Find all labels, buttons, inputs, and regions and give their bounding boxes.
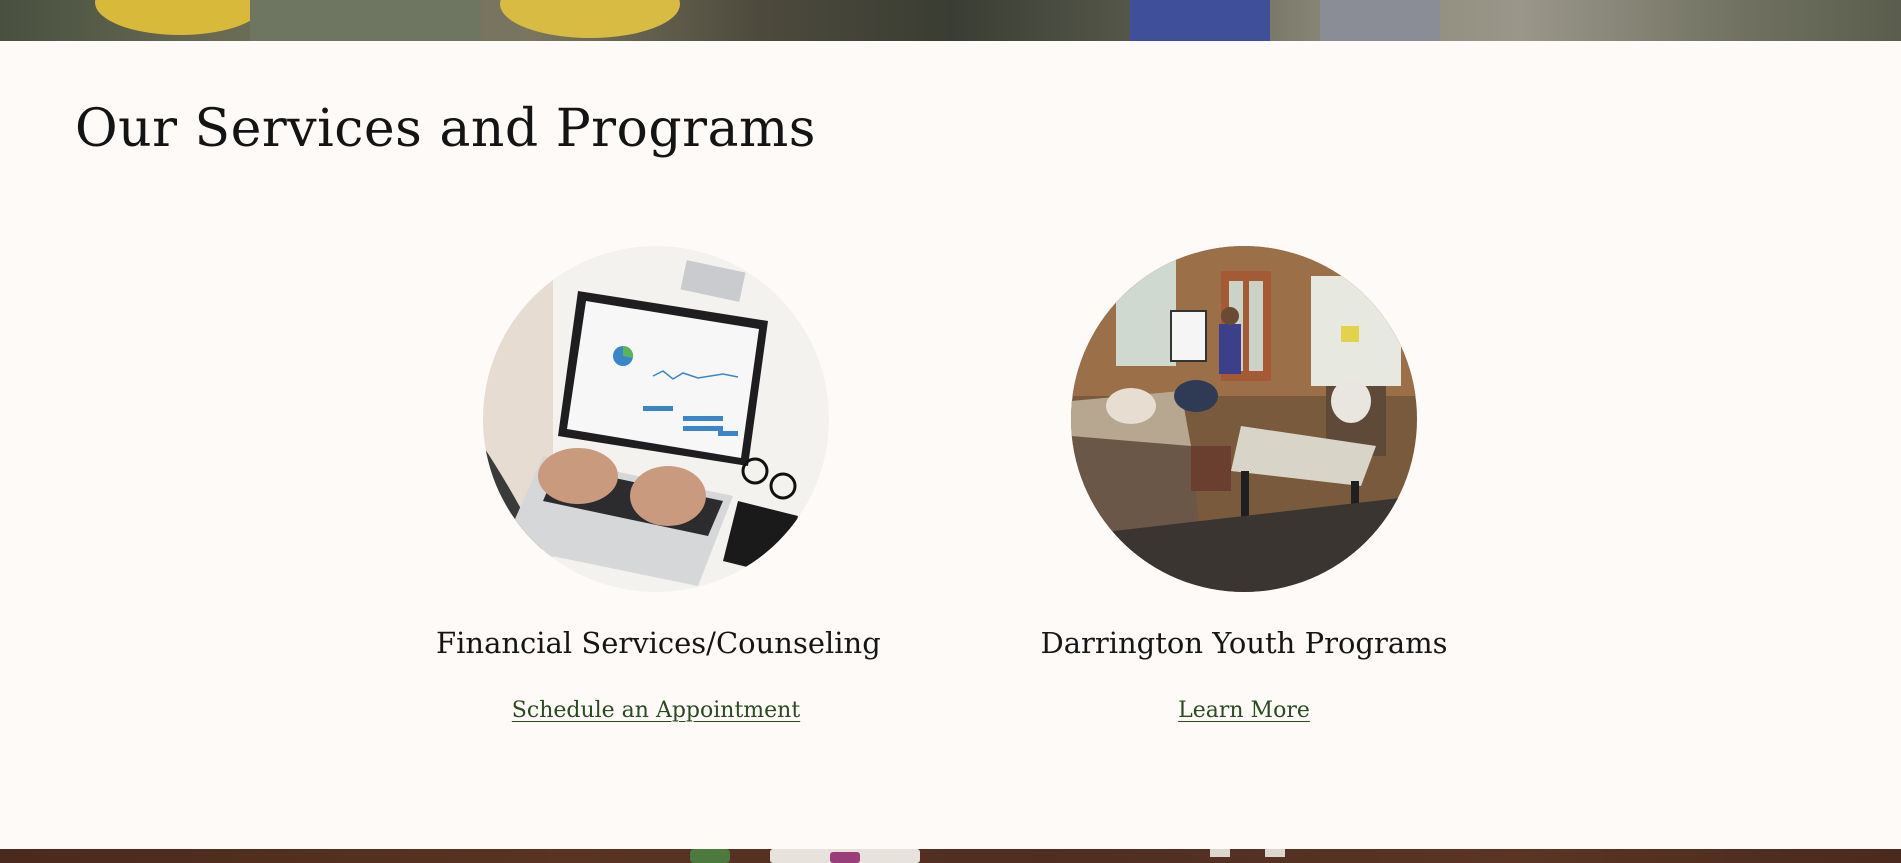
youth-lounge-photo (1071, 246, 1417, 592)
bottom-banner-image (0, 849, 1901, 863)
laptop-photo (483, 246, 829, 592)
schedule-appointment-link[interactable]: Schedule an Appointment (512, 698, 800, 723)
service-card-youth: Darrington Youth Programs Learn More (1024, 246, 1464, 786)
service-card-financial: Financial Services/Counseling Schedule a… (436, 246, 881, 786)
services-section: Our Services and Programs Financial Serv… (0, 41, 1901, 849)
section-title: Our Services and Programs (75, 99, 816, 159)
card-title: Darrington Youth Programs (1040, 626, 1448, 660)
learn-more-link[interactable]: Learn More (1178, 698, 1310, 723)
card-title: Financial Services/Counseling (436, 626, 881, 660)
top-banner-image (0, 0, 1901, 41)
